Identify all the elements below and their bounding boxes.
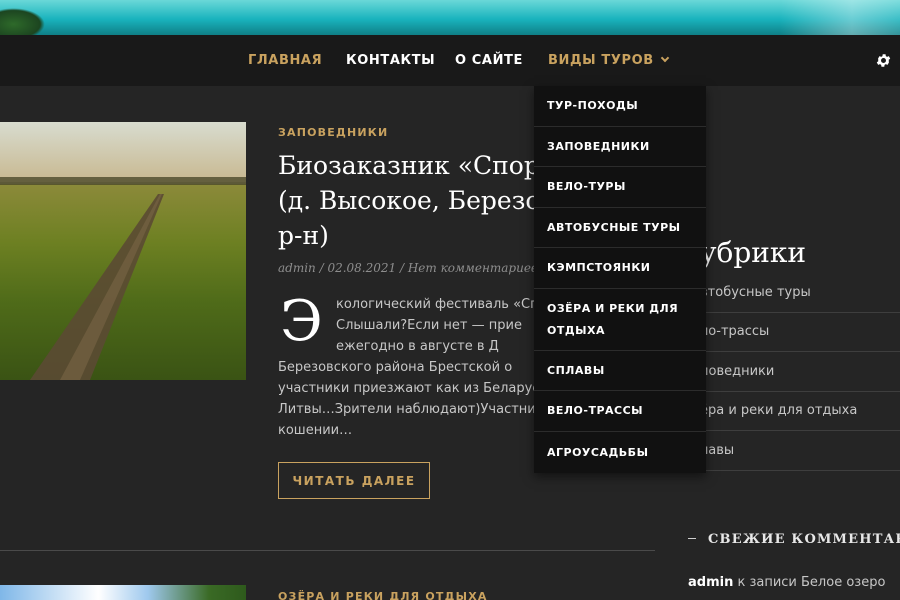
- dropdown-item-bike-trails[interactable]: ВЕЛО-ТРАССЫ: [534, 391, 706, 432]
- post-excerpt: кологический фестиваль «Спор Слышали?Есл…: [278, 294, 538, 441]
- sidebar-recent-comments-title: СВЕЖИЕ КОММЕНТАРИИ: [688, 532, 900, 547]
- title-dash: [688, 538, 696, 539]
- post-divider: [0, 550, 655, 551]
- dropdown-item-rafting[interactable]: СПЛАВЫ: [534, 351, 706, 391]
- recent-comment-item[interactable]: admin к записи Белое озеро: [688, 575, 885, 590]
- post-category[interactable]: ЗАПОВЕДНИКИ: [278, 126, 388, 139]
- banner-highlight: [780, 0, 900, 35]
- thumbnail-sky: [0, 122, 246, 182]
- dropdown-item-bike-tours[interactable]: ВЕЛО-ТУРЫ: [534, 167, 706, 208]
- excerpt-line: Березовского района Брестской о: [278, 360, 513, 375]
- comment-author[interactable]: admin: [688, 575, 733, 590]
- excerpt-line: кошении…: [278, 423, 353, 438]
- dropdown-item-campsites[interactable]: КЭМПСТОЯНКИ: [534, 248, 706, 289]
- chevron-down-icon: [660, 53, 669, 63]
- nav-tour-types-label: ВИДЫ ТУРОВ: [548, 53, 654, 68]
- gear-icon[interactable]: [875, 52, 892, 69]
- nav-about[interactable]: О САЙТЕ: [455, 53, 523, 68]
- banner-foliage: [0, 8, 45, 35]
- post-meta: admin / 02.08.2021 / Нет комментариев: [278, 261, 538, 275]
- excerpt-line: Слышали?Если нет — прие: [336, 318, 522, 333]
- post-title-line: (д. Высокое, Березо: [278, 186, 541, 215]
- main-navigation: ГЛАВНАЯ КОНТАКТЫ О САЙТЕ ВИДЫ ТУРОВ: [0, 35, 900, 86]
- post-thumbnail-image[interactable]: [0, 122, 246, 380]
- sidebar-category-item[interactable]: втобусные туры: [700, 273, 900, 313]
- sidebar-category-item[interactable]: поведники: [700, 352, 900, 392]
- thumbnail-boardwalk: [30, 194, 164, 380]
- read-more-button[interactable]: ЧИТАТЬ ДАЛЕЕ: [278, 462, 430, 499]
- excerpt-line: Литвы…Зрители наблюдают)Участники: [278, 402, 538, 417]
- comment-text: к записи Белое озеро: [733, 575, 886, 590]
- nav-home[interactable]: ГЛАВНАЯ: [248, 53, 322, 68]
- sidebar-category-item[interactable]: лавы: [700, 431, 900, 471]
- sidebar-categories-list: втобусные туры ло-трассы поведники ёра и…: [700, 273, 900, 471]
- post-title-line: Биозаказник «Спор: [278, 151, 540, 180]
- nav-tour-types[interactable]: ВИДЫ ТУРОВ: [548, 53, 669, 68]
- nav-contacts[interactable]: КОНТАКТЫ: [346, 53, 435, 68]
- post-title-line: р-н): [278, 221, 329, 250]
- excerpt-line: ежегодно в августе в Д: [336, 339, 499, 354]
- post-title[interactable]: Биозаказник «Спор (д. Высокое, Березо р-…: [278, 148, 548, 253]
- dropdown-item-agro-estates[interactable]: АГРОУСАДЬБЫ: [534, 432, 706, 473]
- dropdown-item-reserves[interactable]: ЗАПОВЕДНИКИ: [534, 127, 706, 167]
- post2-category[interactable]: ОЗЁРА И РЕКИ ДЛЯ ОТДЫХА: [278, 590, 488, 600]
- sidebar-category-item[interactable]: ёра и реки для отдыха: [700, 392, 900, 431]
- recent-comments-label: СВЕЖИЕ КОММЕНТАРИИ: [708, 532, 900, 547]
- excerpt-line: кологический фестиваль «Спор: [336, 297, 538, 312]
- dropdown-item-hiking[interactable]: ТУР-ПОХОДЫ: [534, 86, 706, 127]
- dropdown-item-bus-tours[interactable]: АВТОБУСНЫЕ ТУРЫ: [534, 208, 706, 248]
- header-banner-image: [0, 0, 900, 35]
- sidebar-categories-title: убрики: [700, 236, 807, 269]
- post2-thumbnail-image[interactable]: [0, 585, 246, 600]
- tour-types-dropdown: ТУР-ПОХОДЫ ЗАПОВЕДНИКИ ВЕЛО-ТУРЫ АВТОБУС…: [534, 86, 706, 473]
- dropdown-item-lakes-rivers[interactable]: ОЗЁРА И РЕКИ ДЛЯ ОТДЫХА: [534, 289, 706, 351]
- excerpt-line: участники приезжают как из Беларуси,: [278, 381, 538, 396]
- sidebar-category-item[interactable]: ло-трассы: [700, 313, 900, 352]
